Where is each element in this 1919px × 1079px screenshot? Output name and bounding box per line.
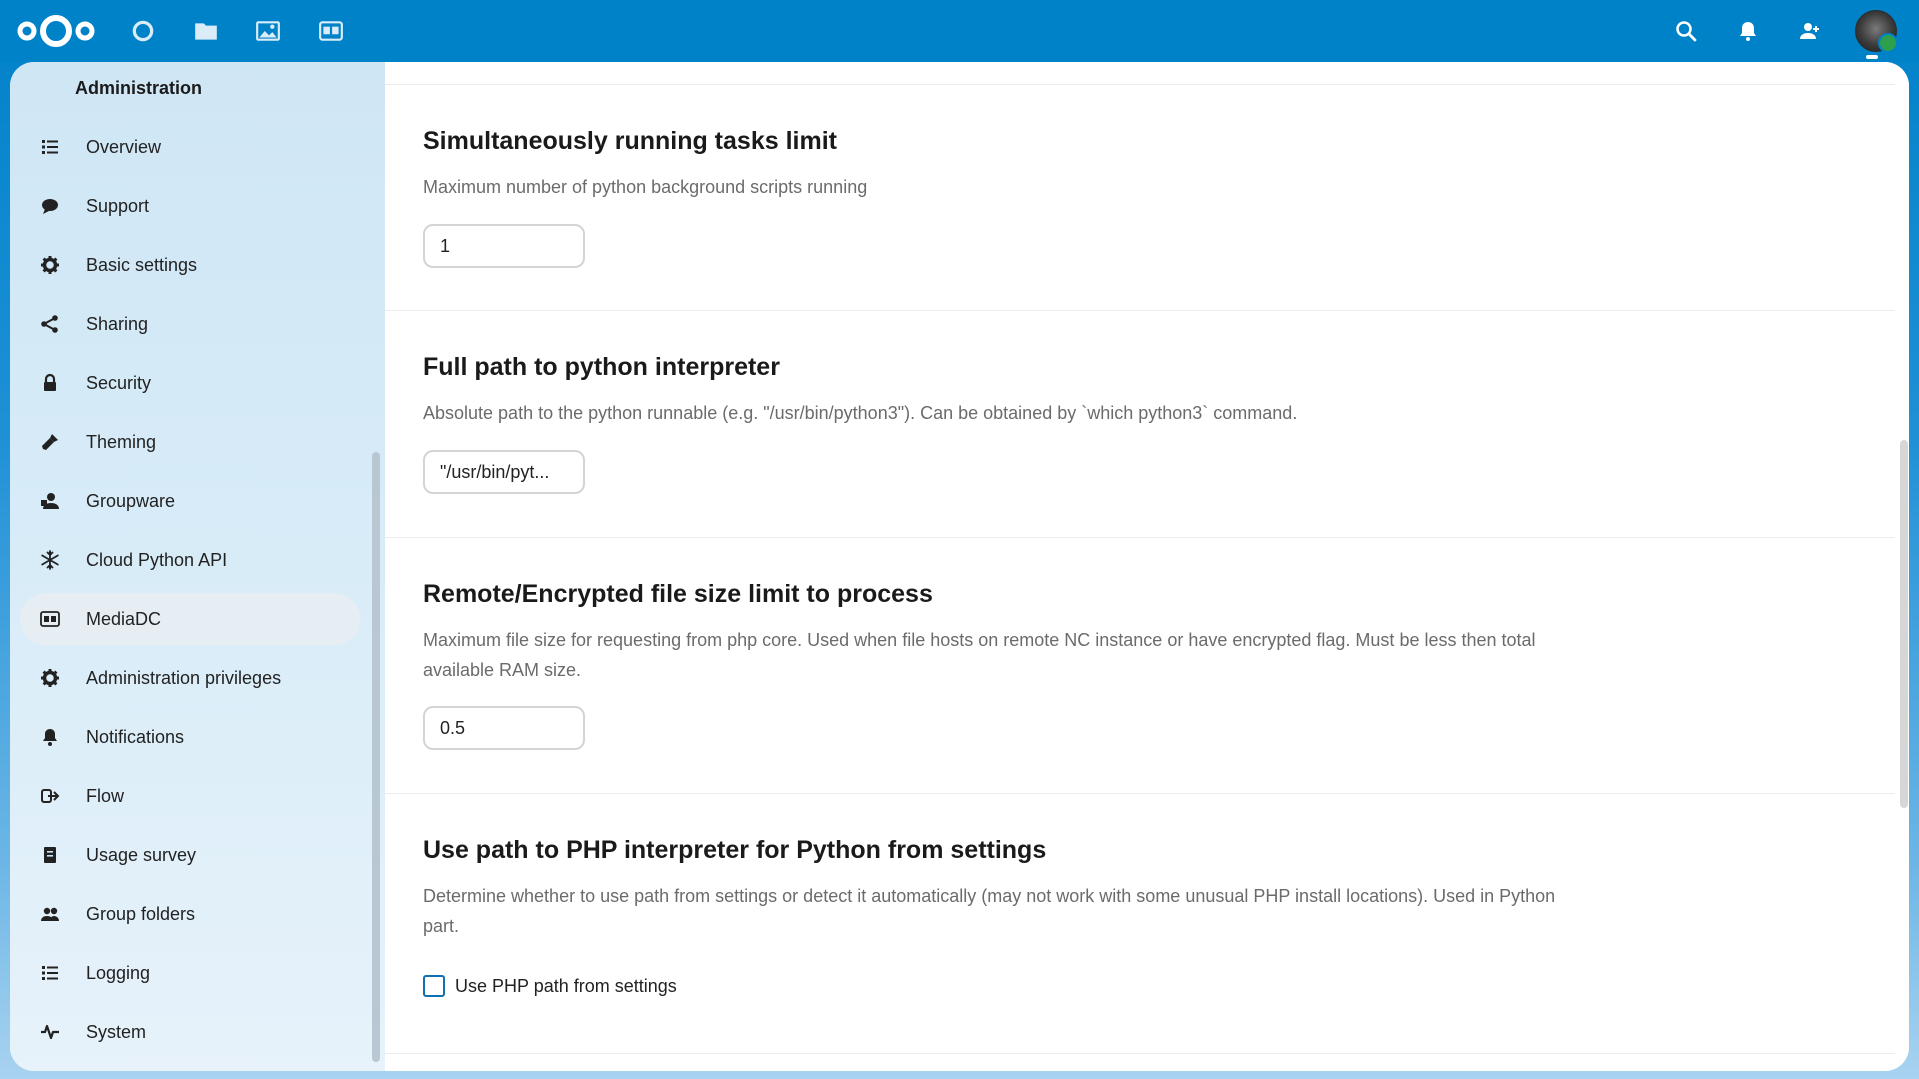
mediadc-icon[interactable] xyxy=(314,14,348,48)
php-path-checkbox-label[interactable]: Use PHP path from settings xyxy=(455,976,677,997)
sidebar-item-label: Notifications xyxy=(86,726,185,747)
contacts-icon[interactable] xyxy=(1791,12,1829,50)
group-icon xyxy=(38,902,62,926)
sidebar-item-label: Cloud Python API xyxy=(86,549,228,570)
php-path-checkbox[interactable] xyxy=(423,975,445,997)
sidebar-item-label: System xyxy=(86,1021,147,1042)
sidebar-item-security[interactable]: Security xyxy=(20,357,360,409)
sidebar-item-label: MediaDC xyxy=(86,608,162,629)
sidebar-item-label: Group folders xyxy=(86,903,196,924)
section-divider xyxy=(385,310,1895,311)
sidebar-item-flow[interactable]: Flow xyxy=(20,770,360,822)
python-path-desc: Absolute path to the python runnable (e.… xyxy=(423,403,1298,423)
gear-icon xyxy=(38,666,62,690)
search-icon[interactable] xyxy=(1667,12,1705,50)
section-divider xyxy=(385,793,1895,794)
sidebar-item-label: Theming xyxy=(86,431,157,452)
lock-icon xyxy=(38,371,62,395)
php-path-desc: Determine whether to use path from setti… xyxy=(423,886,1556,936)
sidebar-item-theming[interactable]: Theming xyxy=(20,416,360,468)
nextcloud-logo[interactable] xyxy=(17,11,95,51)
sidebar-scrollbar[interactable] xyxy=(372,452,380,1062)
sidebar-item-label: Support xyxy=(86,195,150,216)
sidebar-item-label: Basic settings xyxy=(86,254,198,275)
sidebar-item-usage-survey[interactable]: Usage survey xyxy=(20,829,360,881)
file-size-desc: Maximum file size for requesting from ph… xyxy=(423,630,1536,680)
online-status-icon xyxy=(1878,33,1898,53)
sidebar-item-cloud-python-api[interactable]: Cloud Python API xyxy=(20,534,360,586)
gear-icon xyxy=(38,253,62,277)
sidebar-item-label: Sharing xyxy=(86,313,149,334)
python-path-title: Full path to python interpreter xyxy=(423,353,780,381)
php-path-title: Use path to PHP interpreter for Python f… xyxy=(423,836,1047,864)
sidebar-item-label: Usage survey xyxy=(86,844,197,865)
share-icon xyxy=(38,312,62,336)
top-header xyxy=(0,0,1919,62)
sidebar-item-groupware[interactable]: Groupware xyxy=(20,475,360,527)
brush-icon xyxy=(38,430,62,454)
list-icon xyxy=(38,135,62,159)
sidebar-item-label: Security xyxy=(86,372,152,393)
sidebar-item-mediadc[interactable]: MediaDC xyxy=(20,593,360,645)
sidebar-item-label: Flow xyxy=(86,785,125,806)
section-divider xyxy=(385,537,1895,538)
survey-icon xyxy=(38,843,62,867)
sidebar-item-label: Groupware xyxy=(86,490,176,511)
sidebar-item-sharing[interactable]: Sharing xyxy=(20,298,360,350)
sidebar-item-system[interactable]: System xyxy=(20,1006,360,1058)
sidebar-item-administration-privileges[interactable]: Administration privileges xyxy=(20,652,360,704)
photos-icon[interactable] xyxy=(251,14,285,48)
sidebar-item-overview[interactable]: Overview xyxy=(20,121,360,173)
tasks-limit-desc: Maximum number of python background scri… xyxy=(423,177,868,197)
tasks-limit-title: Simultaneously running tasks limit xyxy=(423,127,837,155)
section-divider xyxy=(385,1053,1895,1054)
pulse-icon xyxy=(38,1020,62,1044)
files-icon[interactable] xyxy=(189,14,223,48)
avatar-indicator xyxy=(1866,55,1878,59)
file-size-input[interactable] xyxy=(423,706,585,750)
notifications-icon[interactable] xyxy=(1729,12,1767,50)
content-scrollbar[interactable] xyxy=(1900,440,1908,808)
sidebar-item-logging[interactable]: Logging xyxy=(20,947,360,999)
settings-sidebar: Administration Overview Support Basic se… xyxy=(10,62,385,1071)
snowflake-icon xyxy=(38,548,62,572)
section-divider xyxy=(385,84,1895,85)
sidebar-item-label: Overview xyxy=(86,136,162,157)
tasks-limit-input[interactable] xyxy=(423,224,585,268)
settings-content: Simultaneously running tasks limit Maxim… xyxy=(385,62,1909,1071)
php-path-checkbox-row[interactable]: Use PHP path from settings xyxy=(423,975,677,997)
python-path-input[interactable] xyxy=(423,450,585,494)
main-frame: Administration Overview Support Basic se… xyxy=(10,62,1909,1071)
mediadc-icon xyxy=(38,607,62,631)
flow-icon xyxy=(38,784,62,808)
sidebar-item-group-folders[interactable]: Group folders xyxy=(20,888,360,940)
sidebar-item-label: Administration privileges xyxy=(86,667,282,688)
bell-icon xyxy=(38,725,62,749)
sidebar-title: Administration xyxy=(75,78,203,98)
chat-icon xyxy=(38,194,62,218)
sidebar-item-basic-settings[interactable]: Basic settings xyxy=(20,239,360,291)
list-icon xyxy=(38,961,62,985)
dashboard-icon[interactable] xyxy=(126,14,160,48)
sidebar-item-notifications[interactable]: Notifications xyxy=(20,711,360,763)
file-size-title: Remote/Encrypted file size limit to proc… xyxy=(423,580,933,608)
sidebar-item-label: Logging xyxy=(86,962,151,983)
sidebar-item-support[interactable]: Support xyxy=(20,180,360,232)
groupware-icon xyxy=(38,489,62,513)
